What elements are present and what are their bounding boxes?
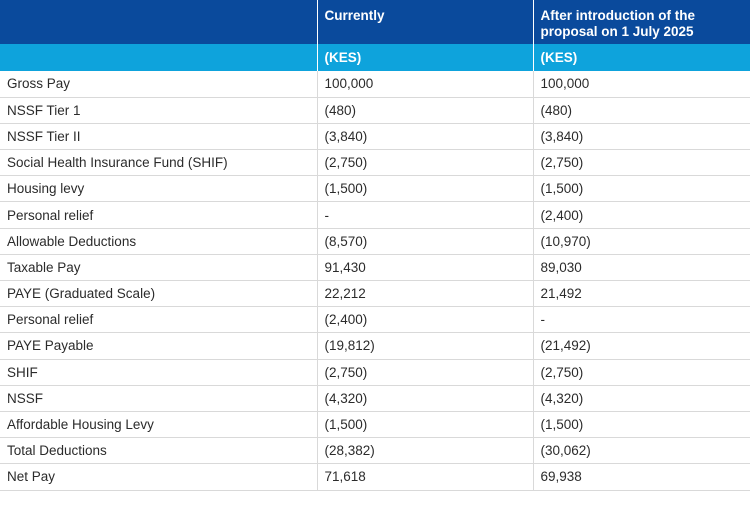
currency-row: (KES) (KES) bbox=[0, 44, 750, 71]
row-current-value: (1,500) bbox=[317, 175, 534, 203]
row-after-value: (480) bbox=[533, 97, 750, 124]
row-after-value: (10,970) bbox=[533, 228, 750, 255]
row-after-value: 69,938 bbox=[533, 463, 750, 491]
row-label: Personal relief bbox=[0, 306, 318, 334]
row-label: Affordable Housing Levy bbox=[0, 411, 318, 439]
table-row: PAYE (Graduated Scale) 22,212 21,492 bbox=[0, 280, 750, 308]
row-current-value: (480) bbox=[317, 97, 534, 124]
row-current-value: (2,750) bbox=[317, 149, 534, 177]
row-after-value: (1,500) bbox=[533, 411, 750, 439]
row-after-value: (4,320) bbox=[533, 385, 750, 412]
header-item-column bbox=[0, 0, 318, 44]
row-label: NSSF Tier 1 bbox=[0, 97, 318, 124]
row-after-value: (2,750) bbox=[533, 149, 750, 177]
row-label: PAYE Payable bbox=[0, 332, 318, 360]
table-row: Taxable Pay 91,430 89,030 bbox=[0, 254, 750, 282]
row-label: SHIF bbox=[0, 359, 318, 386]
row-label: Housing levy bbox=[0, 175, 318, 203]
row-current-value: (8,570) bbox=[317, 228, 534, 255]
header-after-proposal: After introduction of the proposal on 1 … bbox=[533, 0, 750, 44]
row-current-value: (1,500) bbox=[317, 411, 534, 439]
table-row: Personal relief - (2,400) bbox=[0, 201, 750, 229]
row-after-value: (2,750) bbox=[533, 359, 750, 386]
table-row: Affordable Housing Levy (1,500) (1,500) bbox=[0, 411, 750, 439]
row-label: Net Pay bbox=[0, 463, 318, 491]
table-row: Gross Pay 100,000 100,000 bbox=[0, 71, 750, 98]
row-label: Allowable Deductions bbox=[0, 228, 318, 255]
table-row: NSSF (4,320) (4,320) bbox=[0, 385, 750, 412]
table-row: Personal relief (2,400) - bbox=[0, 306, 750, 334]
row-after-value: (3,840) bbox=[533, 123, 750, 151]
row-current-value: (3,840) bbox=[317, 123, 534, 151]
row-after-value: 89,030 bbox=[533, 254, 750, 282]
row-after-value: 21,492 bbox=[533, 280, 750, 308]
row-label: Social Health Insurance Fund (SHIF) bbox=[0, 149, 318, 177]
table-row: NSSF Tier II (3,840) (3,840) bbox=[0, 123, 750, 151]
row-after-value: 100,000 bbox=[533, 71, 750, 98]
row-after-value: (30,062) bbox=[533, 437, 750, 465]
row-current-value: (19,812) bbox=[317, 332, 534, 360]
table-body: Gross Pay 100,000 100,000 NSSF Tier 1 (480)(… bbox=[0, 71, 750, 491]
row-label: NSSF Tier II bbox=[0, 123, 318, 151]
payroll-comparison-table: Currently After introduction of the prop… bbox=[0, 0, 750, 491]
table-row: Total Deductions (28,382) (30,062) bbox=[0, 437, 750, 465]
table-row: Allowable Deductions (8,570) (10,970) bbox=[0, 228, 750, 255]
row-after-value: (2,400) bbox=[533, 201, 750, 229]
row-after-value: (21,492) bbox=[533, 332, 750, 360]
table-row: NSSF Tier 1 (480) (480) bbox=[0, 97, 750, 124]
currency-item-column bbox=[0, 44, 318, 71]
table-row: Housing levy (1,500) (1,500) bbox=[0, 175, 750, 203]
row-current-value: 91,430 bbox=[317, 254, 534, 282]
row-current-value: (2,750) bbox=[317, 359, 534, 386]
table-header: Currently After introduction of the prop… bbox=[0, 0, 750, 71]
header-row: Currently After introduction of the prop… bbox=[0, 0, 750, 44]
row-current-value: (28,382) bbox=[317, 437, 534, 465]
row-label: NSSF bbox=[0, 385, 318, 412]
currency-after-proposal: (KES) bbox=[533, 44, 750, 71]
table-row: PAYE Payable (19,812) (21,492) bbox=[0, 332, 750, 360]
row-after-value: - bbox=[533, 306, 750, 334]
row-current-value: (2,400) bbox=[317, 306, 534, 334]
currency-currently: (KES) bbox=[317, 44, 534, 71]
row-current-value: 22,212 bbox=[317, 280, 534, 308]
row-label: Gross Pay bbox=[0, 71, 318, 98]
header-currently: Currently bbox=[317, 0, 534, 44]
row-current-value: (4,320) bbox=[317, 385, 534, 412]
row-label: Taxable Pay bbox=[0, 254, 318, 282]
row-current-value: 100,000 bbox=[317, 71, 534, 98]
table-row: Net Pay 71,618 69,938 bbox=[0, 463, 750, 491]
table-row: Social Health Insurance Fund (SHIF) (2,75… bbox=[0, 149, 750, 177]
row-label: Total Deductions bbox=[0, 437, 318, 465]
row-current-value: 71,618 bbox=[317, 463, 534, 491]
table-row: SHIF (2,750) (2,750) bbox=[0, 359, 750, 386]
row-after-value: (1,500) bbox=[533, 175, 750, 203]
row-current-value: - bbox=[317, 201, 534, 229]
row-label: Personal relief bbox=[0, 201, 318, 229]
row-label: PAYE (Graduated Scale) bbox=[0, 280, 318, 308]
